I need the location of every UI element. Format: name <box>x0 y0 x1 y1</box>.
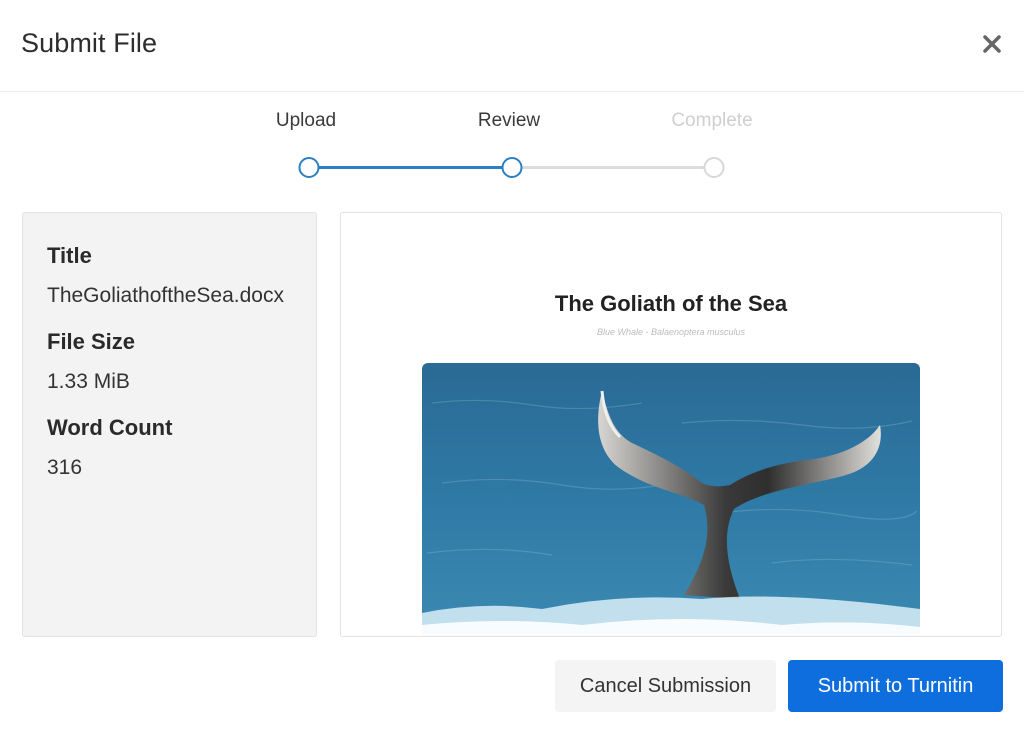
submit-file-modal: Submit File Upload Review Complete Title… <box>0 0 1024 733</box>
close-icon <box>983 35 1001 53</box>
step-label-upload: Upload <box>275 110 337 131</box>
step-label-complete: Complete <box>671 110 753 131</box>
modal-header: Submit File <box>0 0 1024 92</box>
document-preview[interactable]: The Goliath of the Sea Blue Whale - Bala… <box>340 212 1002 637</box>
close-button[interactable] <box>978 30 1006 58</box>
word-count-label: Word Count <box>47 415 173 440</box>
document-title: The Goliath of the Sea <box>554 291 788 316</box>
submit-to-turnitin-button[interactable]: Submit to Turnitin <box>788 660 1003 712</box>
step-dot-review <box>501 157 523 178</box>
file-size-value: 1.33 MiB <box>47 370 130 393</box>
document-subtitle: Blue Whale - Balaenoptera musculus <box>596 327 746 337</box>
word-count-value: 316 <box>47 456 83 479</box>
step-label-review: Review <box>477 110 541 131</box>
step-dot-upload <box>298 157 320 178</box>
whale-tail-photo <box>422 363 920 636</box>
file-size-label: File Size <box>47 329 136 354</box>
title-label: Title <box>47 243 92 268</box>
progress-stepper: Upload Review Complete <box>0 100 1024 190</box>
title-value: TheGoliathoftheSea.docx <box>47 284 284 307</box>
step-dot-complete <box>703 157 725 178</box>
modal-title: Submit File <box>21 28 158 58</box>
step-track-pending <box>512 166 715 169</box>
cancel-submission-button[interactable]: Cancel Submission <box>555 660 776 712</box>
step-track-completed <box>309 166 512 169</box>
file-info-panel: Title TheGoliathoftheSea.docx File Size … <box>22 212 317 637</box>
